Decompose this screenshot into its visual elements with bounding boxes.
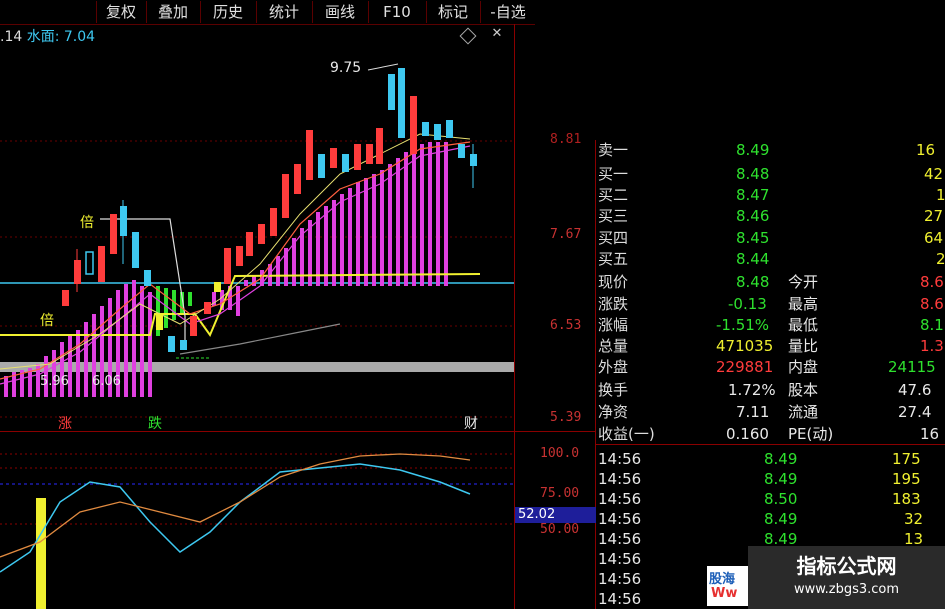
order-row: 卖一 8.49 16 [598,141,936,159]
order-row: 买四 8.45 64 [598,229,944,247]
low-label: 5.96 [40,374,69,389]
watermark-title: 指标公式网 [796,554,897,578]
order-book: 卖一 8.49 16 买一 8.48 42 买二 8.47 1 买三 8.46 … [598,140,945,270]
tick-row: 14:56 8.50 183 [598,490,921,508]
osc-axis-75: 75.00 [540,486,580,501]
toolbar-button-f10[interactable]: F10 [368,1,425,23]
osc-axis-100: 100.0 [540,446,580,461]
stat-row: 涨跌 -0.13 最高 8.6 [598,295,944,313]
oscillator-chart[interactable] [0,432,514,609]
grey-ma-line [179,323,341,355]
low-label-2: 6.06 [92,374,121,389]
marker-cai: 财 [464,416,478,432]
oscillator-blue [0,463,471,573]
tick-row: 14:56 8.49 195 [598,470,921,488]
order-row: 买二 8.47 1 [598,186,945,204]
toolbar-button-biaoji[interactable]: 标记 [426,1,479,23]
marker-bei: 倍 [80,215,94,231]
marker-bei-2: 倍 [40,313,54,329]
stat-row: 外盘 229881 内盘 24115 [598,358,936,376]
watermark-logo-bottom: Ww [711,586,738,601]
toolbar-button-zixuan[interactable]: -自选 [480,1,535,23]
tick-row: 14:56 [598,550,642,568]
stat-row: 总量 471035 量比 1.3 [598,337,944,355]
osc-axis-50: 50.00 [540,522,580,537]
osc-current-badge: 52.02 [515,507,596,523]
watermark-url: www.zbgs3.com [793,582,900,597]
axis-label-2: 7.67 [550,227,582,242]
toolbar-button-tongji[interactable]: 统计 [256,1,311,23]
quote-left-border [595,140,596,609]
stats-divider [596,444,945,445]
tick-row: 14:56 8.49 13 [598,530,924,548]
watermark-logo-top: 股海 [709,572,736,587]
candlestick-chart[interactable] [0,24,514,431]
tick-row: 14:56 8.49 32 [598,510,924,528]
toolbar-button-lishi[interactable]: 历史 [200,1,255,23]
order-row: 买五 8.44 2 [598,250,945,268]
axis-label-4: 5.39 [550,410,582,425]
stat-row: 涨幅 -1.51% 最低 8.1 [598,316,944,334]
peak-label: 9.75 [330,60,362,76]
axis-label-3: 6.53 [550,318,582,333]
toolbar: 复权 叠加 历史 统计 画线 F10 标记 -自选 [0,0,535,25]
stat-row: 现价 8.48 今开 8.6 [598,273,944,291]
stat-row: 净资 7.11 流通 27.4 [598,403,932,421]
marker-zhang: 涨 [58,416,72,432]
order-row: 买三 8.46 27 [598,207,944,225]
axis-label-1: 8.81 [550,132,582,147]
yellow-signal-bar [36,498,46,609]
toolbar-button-diejia[interactable]: 叠加 [146,1,199,23]
stat-row: 收益(一) 0.160 PE(动) 16 [598,425,940,443]
tick-row: 14:56 8.49 175 [598,450,921,468]
toolbar-button-fuquan[interactable]: 复权 [96,1,145,23]
marker-die: 跌 [148,416,162,432]
tick-row: 14:56 [598,570,642,588]
stat-row: 换手 1.72% 股本 47.6 [598,381,932,399]
order-row: 买一 8.48 42 [598,165,944,183]
peak-arrow [367,63,399,71]
watermark: 指标公式网 www.zbgs3.com [748,546,945,609]
toolbar-button-huaxian[interactable]: 画线 [312,1,367,23]
quote-stats: 现价 8.48 今开 8.6 涨跌 -0.13 最高 8.6 涨幅 -1.51%… [598,272,945,443]
tick-row: 14:56 [598,590,642,608]
